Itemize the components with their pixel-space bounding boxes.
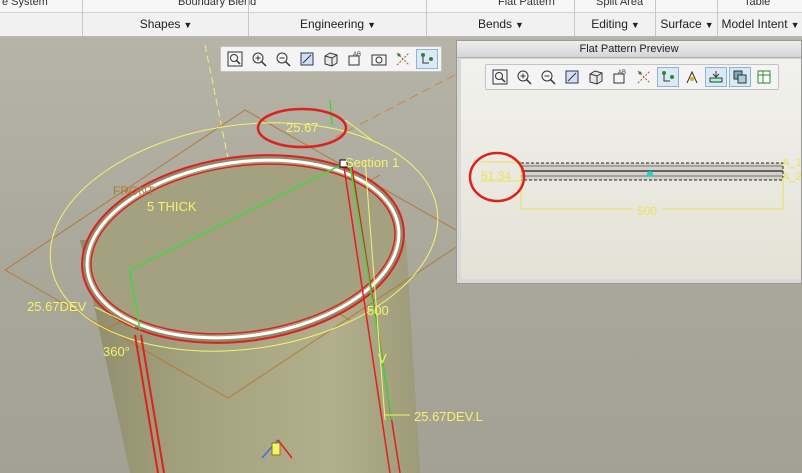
front-datum-label[interactable]: FRONT — [113, 184, 154, 198]
edge-label-a2: A_2 — [782, 171, 801, 183]
ribbon-group-label: Bends — [478, 17, 513, 31]
zoom-fit-icon[interactable] — [224, 49, 246, 69]
ribbon-group-label: Model Intent — [721, 17, 788, 31]
length-dimension-label[interactable]: 500 — [367, 303, 389, 318]
chevron-down-icon: ▼ — [367, 20, 376, 30]
chevron-down-icon: ▼ — [183, 20, 193, 30]
flat-pattern-viewport[interactable]: AB 51.34 500 A_1 A_2 — [461, 59, 801, 279]
ribbon-cmd-table[interactable]: Table — [744, 0, 770, 8]
left-developed-length-label[interactable]: 25.67DEV — [27, 299, 86, 314]
angle-label[interactable]: 360° — [103, 344, 130, 359]
flat-pattern-preview-window[interactable]: Flat Pattern Preview AB 51.34 500 A_1 A_… — [456, 40, 802, 284]
thickness-label[interactable]: 5 THICK — [147, 199, 197, 214]
display-style-icon[interactable] — [320, 49, 342, 69]
ribbon-cmd-split-area[interactable]: Split Area — [596, 0, 643, 8]
ribbon-group-shapes[interactable]: Shapes ▼ — [84, 15, 248, 33]
ribbon-cmd-boundary-blend[interactable]: Boundary Blend — [178, 0, 256, 8]
csys-marker — [271, 442, 281, 456]
chevron-down-icon: ▼ — [704, 20, 714, 30]
zoom-out-icon[interactable] — [272, 49, 294, 69]
right-developed-length-label[interactable]: 25.67DEV.L — [414, 409, 483, 424]
ribbon-cmd-coordinate-system[interactable]: e System — [2, 0, 48, 8]
edge-label-a1: A_1 — [782, 157, 801, 169]
chevron-down-icon: ▼ — [790, 20, 800, 30]
ribbon-cmd-flat-pattern[interactable]: Flat Pattern — [498, 0, 555, 8]
view-manager-icon[interactable] — [368, 49, 390, 69]
v-label: V — [378, 351, 387, 366]
ribbon-command-row: e System Boundary Blend Flat Pattern Spl… — [0, 0, 802, 13]
flat-length-dimension[interactable]: 500 — [637, 204, 657, 218]
datum-axis-line — [329, 74, 456, 141]
ribbon: e System Boundary Blend Flat Pattern Spl… — [0, 0, 802, 37]
ribbon-group-label: Surface — [660, 17, 702, 31]
flat-pattern-title: Flat Pattern Preview — [457, 41, 801, 58]
ribbon-group-editing[interactable]: Editing ▼ — [576, 15, 655, 33]
repaint-icon[interactable] — [296, 49, 318, 69]
flat-width-dimension[interactable]: 51.34 — [481, 169, 511, 183]
ribbon-group-bends[interactable]: Bends ▼ — [428, 15, 574, 33]
datum-display-icon[interactable] — [392, 49, 414, 69]
ribbon-group-engineering[interactable]: Engineering ▼ — [250, 15, 426, 33]
annotation-display-icon[interactable] — [416, 49, 438, 69]
zoom-in-icon[interactable] — [248, 49, 270, 69]
section-label: Section 1 — [345, 155, 400, 170]
ribbon-group-surface[interactable]: Surface ▼ — [657, 15, 717, 33]
ribbon-group-label: Shapes — [139, 17, 181, 31]
chevron-down-icon: ▼ — [630, 20, 640, 30]
chevron-down-icon: ▼ — [515, 20, 524, 30]
graphics-toolbar: AB — [220, 46, 442, 72]
ribbon-group-label: Editing — [591, 17, 628, 31]
saved-views-icon[interactable]: AB — [344, 49, 366, 69]
svg-text:AB: AB — [353, 52, 361, 58]
ribbon-group-model-intent[interactable]: Model Intent ▼ — [719, 15, 802, 33]
flat-pattern-drawing[interactable] — [461, 59, 801, 279]
graphics-viewport[interactable]: 25.67 Section 1 FRONT 5 THICK 25.67DEV 3… — [0, 37, 802, 473]
ribbon-group-label: Engineering — [300, 17, 365, 31]
top-dimension-label[interactable]: 25.67 — [286, 120, 319, 135]
flat-pattern-origin — [647, 171, 653, 177]
